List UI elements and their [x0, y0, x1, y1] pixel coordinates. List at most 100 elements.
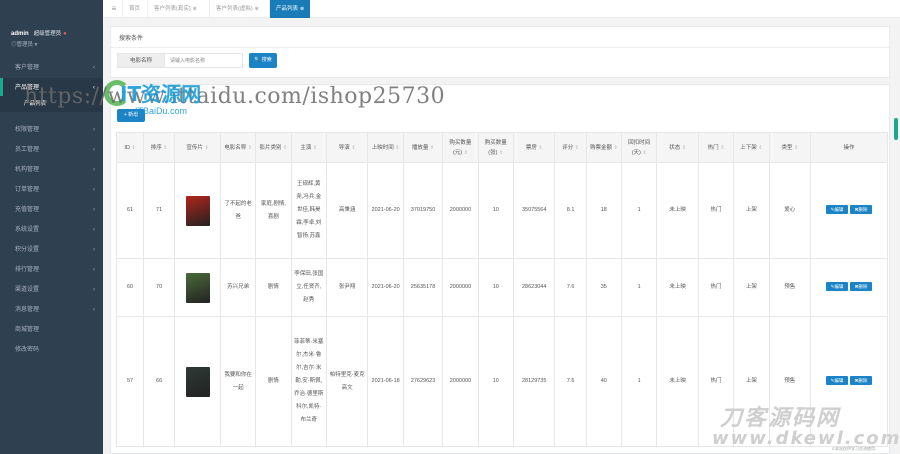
cell-actors: 李保田,张国立,任贤齐,赵秀	[290, 258, 327, 317]
watermark-logo-sub: ITBaiDu.com	[135, 106, 188, 116]
close-icon[interactable]: ⊗	[300, 6, 304, 12]
online-status-icon: ●	[63, 31, 67, 37]
sort-icon[interactable]: ⇕	[395, 145, 399, 151]
column-header[interactable]: 购买数量(张) ⇕	[477, 132, 514, 163]
sort-icon[interactable]: ⇕	[351, 145, 355, 151]
sidebar-item[interactable]: 权限管理 ‹	[0, 120, 103, 140]
sort-icon[interactable]: ⇕	[248, 145, 252, 151]
cell-buy_money: 2000000	[442, 316, 479, 447]
delete-button[interactable]: ✖删除	[850, 282, 873, 291]
tab[interactable]: 客户列表(虚拟) ⊗	[209, 0, 265, 18]
sort-icon[interactable]: ⇕	[758, 145, 762, 151]
sort-icon[interactable]: ⇕	[131, 145, 135, 151]
sidebar-item[interactable]: 系统设置 ‹	[0, 220, 103, 240]
cell-director: 张尹翔	[325, 258, 369, 317]
sidebar-item[interactable]: 员工管理 ‹	[0, 140, 103, 160]
sidebar-item[interactable]: 渠道设置 ‹	[0, 280, 103, 300]
column-header[interactable]: 票房 ⇕	[512, 132, 556, 163]
sidebar-item-label: 修改密码	[15, 347, 40, 353]
sidebar-item[interactable]: 充值管理 ‹	[0, 200, 103, 220]
sidebar-item-label: 充值管理	[15, 207, 40, 213]
close-icon[interactable]: ⊗	[255, 6, 259, 12]
chevron-left-icon: ‹	[93, 127, 95, 133]
sort-icon[interactable]: ⇕	[538, 145, 542, 151]
chevron-left-icon: ‹	[93, 207, 95, 213]
sidebar-item[interactable]: 订单管理 ‹	[0, 180, 103, 200]
sidebar-item-label: 系统设置	[15, 227, 40, 233]
scrollbar-thumb[interactable]	[894, 118, 898, 140]
cell-rebate: 1	[620, 162, 658, 259]
column-header[interactable]: 购买数量(元) ⇕	[442, 132, 479, 163]
column-header[interactable]: 播放量 ⇕	[402, 132, 444, 163]
sort-icon[interactable]: ⇕	[499, 150, 503, 156]
column-header[interactable]: 状态 ⇕	[656, 132, 699, 163]
sort-icon[interactable]: ⇕	[163, 145, 167, 151]
tab[interactable]: 客户列表(真实) ⊗	[147, 0, 203, 18]
cell-rebate: 1	[620, 258, 658, 317]
sort-icon[interactable]: ⇕	[720, 145, 724, 151]
sort-icon[interactable]: ⇕	[575, 145, 579, 151]
cell-date: 2021-06-20	[367, 258, 404, 317]
edit-button[interactable]: ✎编辑	[826, 205, 849, 214]
column-header[interactable]: 排序 ⇕	[143, 132, 176, 163]
chevron-left-icon: ‹	[93, 167, 95, 173]
sort-icon[interactable]: ⇕	[430, 145, 434, 151]
sort-icon[interactable]: ⇕	[204, 145, 208, 151]
menu-toggle-icon[interactable]: ≡	[107, 0, 121, 18]
sidebar-item[interactable]: 排行管理 ‹	[0, 260, 103, 280]
cell-plays: 37019750	[402, 162, 444, 259]
tab[interactable]: 产品列表 ⊗	[269, 0, 311, 18]
column-header[interactable]: 购票金额 ⇕	[585, 132, 622, 163]
cell-hot: 热门	[697, 258, 735, 317]
delete-button[interactable]: ✖删除	[850, 205, 873, 214]
cell-hot: 热门	[697, 162, 735, 259]
column-header[interactable]: 影片类别 ⇕	[255, 132, 292, 163]
cell-buy_money: 2000000	[442, 258, 479, 317]
sort-icon[interactable]: ⇕	[794, 145, 798, 151]
column-header[interactable]: 主演 ⇕	[290, 132, 327, 163]
sort-icon[interactable]: ⇕	[283, 145, 287, 151]
sort-icon[interactable]: ⇕	[464, 150, 468, 156]
tab[interactable]: 首页	[122, 0, 146, 18]
sidebar-item[interactable]: 积分设置 ‹	[0, 240, 103, 260]
column-header: 操作	[810, 132, 888, 163]
column-header[interactable]: 电影名称 ⇕	[219, 132, 257, 163]
sidebar-item[interactable]: 商城管理	[0, 320, 103, 340]
column-header[interactable]: 类型 ⇕	[768, 132, 812, 163]
sort-icon[interactable]: ⇕	[613, 145, 617, 151]
cell-poster	[174, 316, 221, 447]
delete-button[interactable]: ✖删除	[850, 376, 873, 385]
edit-button[interactable]: ✎编辑	[826, 376, 849, 385]
column-header[interactable]: 上映时间 ⇕	[367, 132, 404, 163]
sort-icon[interactable]: ⇕	[642, 150, 646, 156]
sidebar-item[interactable]: 消息管理 ‹	[0, 300, 103, 320]
cell-status: 未上映	[656, 316, 699, 447]
sort-icon[interactable]: ⇕	[313, 145, 317, 151]
cell-score: 7.6	[554, 316, 587, 447]
sidebar-item[interactable]: 客户管理 ‹	[0, 58, 103, 78]
column-header[interactable]: 宣传片 ⇕	[174, 132, 221, 163]
chevron-left-icon: ‹	[93, 65, 95, 71]
movie-name-input[interactable]: 请输入电影名称	[165, 53, 243, 68]
sidebar: admin 超级管理员 ● ◎管理员 ▾ 客户管理‹产品管理‹数据管理‹权限管理…	[0, 0, 103, 454]
column-header[interactable]: 热门 ⇕	[697, 132, 735, 163]
cell-category: 剧情	[255, 316, 292, 447]
column-header[interactable]: 回扣时间(天) ⇕	[620, 132, 658, 163]
column-header[interactable]: 评分 ⇕	[554, 132, 587, 163]
cell-boxoffice: 35075564	[512, 162, 556, 259]
edit-button[interactable]: ✎编辑	[826, 282, 849, 291]
cell-boxoffice: 28623044	[512, 258, 556, 317]
column-header[interactable]: 导演 ⇕	[325, 132, 369, 163]
sidebar-item[interactable]: 修改密码	[0, 340, 103, 360]
cell-buy_qty: 10	[477, 162, 514, 259]
sort-icon[interactable]: ⇕	[682, 145, 686, 151]
sidebar-item[interactable]: 机构管理 ‹	[0, 160, 103, 180]
column-header[interactable]: 上下架 ⇕	[733, 132, 770, 163]
chevron-left-icon: ‹	[93, 267, 95, 273]
user-menu-toggle[interactable]: ◎管理员 ▾	[11, 40, 103, 48]
search-button[interactable]: 🔍 搜索	[249, 53, 277, 68]
cell-sort: 70	[143, 258, 176, 317]
cell-ops: ✎编辑 ✖删除	[810, 258, 888, 317]
column-header[interactable]: ID ⇕	[115, 132, 145, 163]
close-icon[interactable]: ⊗	[193, 6, 197, 12]
